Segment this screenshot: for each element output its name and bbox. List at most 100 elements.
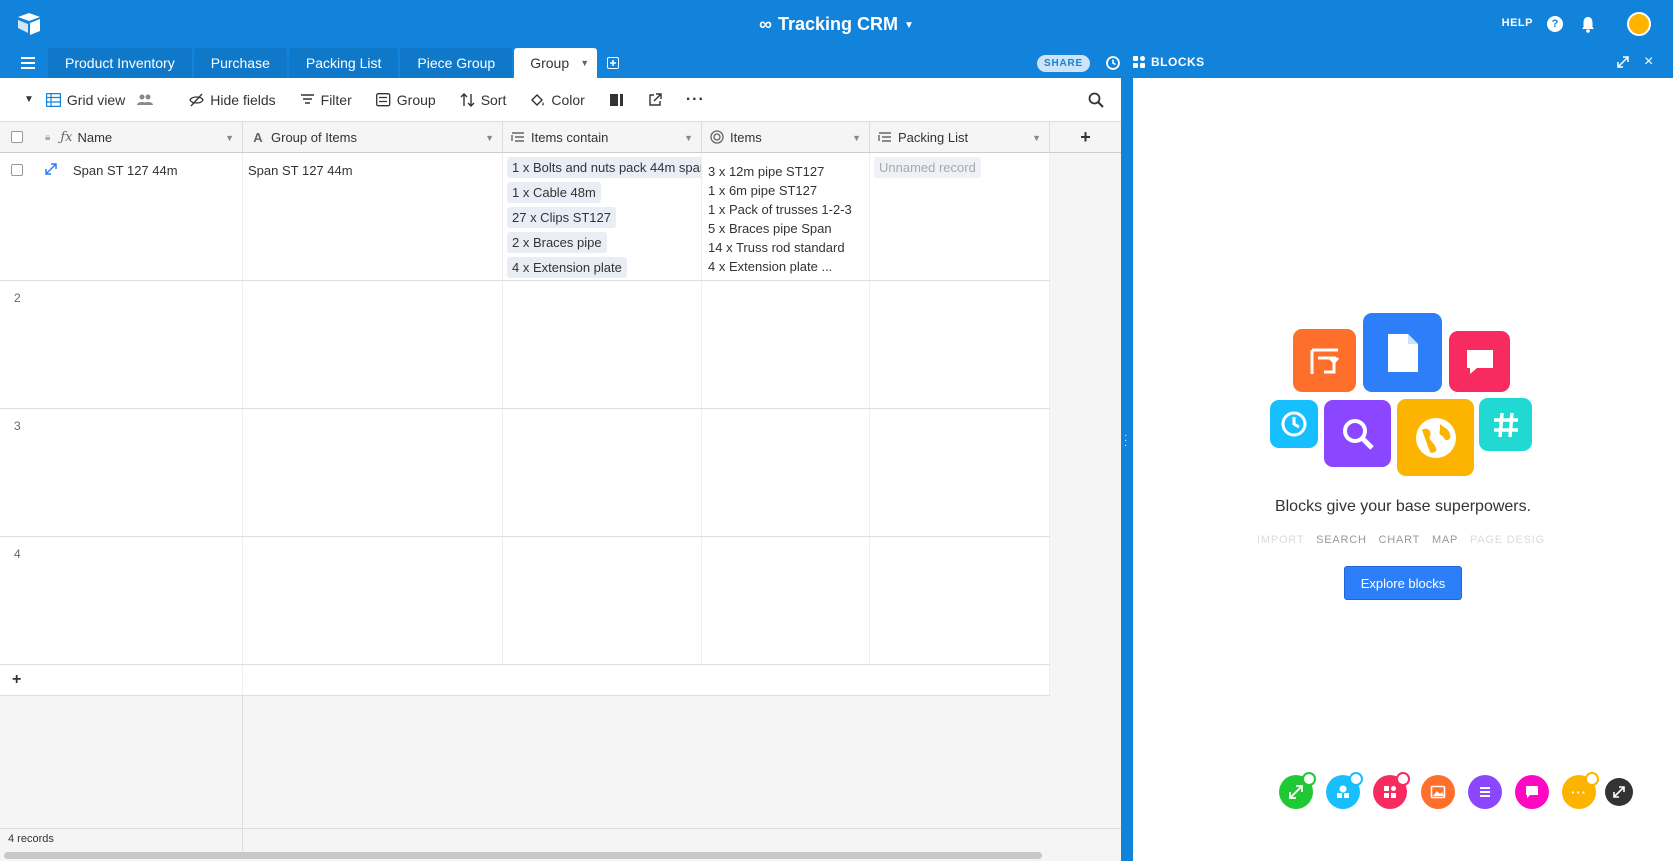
import-block-icon	[1293, 329, 1356, 392]
color-button[interactable]: Color	[530, 91, 585, 108]
menu-icon[interactable]	[21, 57, 35, 69]
help-icon[interactable]: ?	[1547, 16, 1563, 32]
column-header-items[interactable]: Items ▼	[702, 122, 870, 153]
linked-record-pill[interactable]: 2 x Braces pipe	[507, 232, 607, 253]
linked-record-pill[interactable]: Unnamed record	[874, 157, 981, 178]
dock-block-red[interactable]	[1373, 772, 1410, 809]
add-field-button[interactable]: +	[1050, 122, 1121, 153]
blocks-button[interactable]: BLOCKS	[1133, 55, 1205, 69]
chevron-down-icon[interactable]: ▼	[852, 133, 861, 143]
sort-button[interactable]: Sort	[460, 92, 506, 108]
user-avatar[interactable]	[1627, 12, 1651, 36]
sidebar-toggle-icon[interactable]: ▼	[24, 94, 34, 105]
dock-block-yellow[interactable]: ···	[1562, 772, 1599, 809]
column-header-group-of-items[interactable]: A Group of Items ▼	[243, 122, 503, 153]
tab-purchase[interactable]: Purchase	[193, 48, 287, 78]
column-packing-list-label: Packing List	[898, 129, 969, 145]
panel-resize-handle[interactable]: · · ·	[1121, 78, 1133, 861]
search-icon[interactable]	[1088, 92, 1104, 108]
shapes-icon	[1337, 785, 1349, 798]
chevron-down-icon[interactable]: ▼	[580, 48, 589, 78]
group-label: Group	[396, 91, 436, 108]
explore-blocks-button[interactable]: Explore blocks	[1344, 566, 1462, 600]
expand-icon[interactable]	[1616, 55, 1630, 69]
color-label: Color	[551, 91, 585, 108]
share-button[interactable]: SHARE	[1037, 55, 1091, 72]
more-options-icon[interactable]: ···	[686, 91, 705, 109]
column-header-items-contain[interactable]: Items contain ▼	[503, 122, 702, 153]
table-cell[interactable]: Span ST 127 44m	[243, 153, 503, 281]
add-table-button[interactable]	[599, 48, 627, 78]
chevron-down-icon[interactable]: ▼	[1032, 133, 1041, 143]
record-name: Span ST 127 44m	[73, 163, 178, 178]
column-header-packing-list[interactable]: Packing List ▼	[870, 122, 1050, 153]
chevron-down-icon[interactable]: ▼	[485, 133, 494, 143]
bell-icon[interactable]	[1578, 14, 1598, 34]
hide-fields-button[interactable]: Hide fields	[189, 92, 276, 108]
column-header-name[interactable]: 🔒︎ ƒx Name ▼	[0, 122, 243, 153]
collapse-dock-button[interactable]	[1605, 778, 1633, 806]
dock-block-pink[interactable]	[1515, 775, 1549, 809]
linked-record-pill[interactable]: 27 x Clips ST127	[507, 207, 616, 228]
table-cell[interactable]	[503, 281, 702, 409]
chevron-down-icon[interactable]: ▼	[684, 133, 693, 143]
table-row[interactable]: 3	[0, 409, 243, 537]
table-cell[interactable]	[870, 537, 1050, 665]
table-cell[interactable]	[702, 281, 870, 409]
hide-fields-icon	[189, 93, 204, 106]
base-title[interactable]: ∞ Tracking CRM ▼	[0, 14, 1673, 35]
table-cell[interactable]	[870, 409, 1050, 537]
filter-button[interactable]: Filter	[300, 92, 352, 108]
linked-record-pill[interactable]: 1 x Cable 48m	[507, 182, 601, 203]
group-button[interactable]: Group	[375, 91, 436, 108]
linked-record-pill[interactable]: 1 x Bolts and nuts pack 44m span	[507, 157, 701, 178]
table-cell[interactable]	[702, 537, 870, 665]
table-row[interactable]: 2	[0, 281, 243, 409]
dock-block-orange[interactable]	[1421, 775, 1455, 809]
tab-packing-list[interactable]: Packing List	[288, 48, 399, 78]
view-toolbar: ▼ Grid view Hide fields Filter Group Sor…	[0, 78, 1121, 122]
expand-record-icon[interactable]	[45, 163, 57, 175]
select-all-checkbox[interactable]	[11, 131, 23, 143]
frozen-column-divider	[242, 696, 243, 828]
table-cell[interactable]	[870, 281, 1050, 409]
table-cell[interactable]	[702, 409, 870, 537]
row-checkbox[interactable]	[11, 164, 23, 176]
table-cell[interactable]	[503, 537, 702, 665]
history-icon[interactable]	[1105, 55, 1121, 71]
table-row[interactable]: Span ST 127 44m	[0, 153, 243, 281]
table-cell[interactable]: 1 x Bolts and nuts pack 44m span 1 x Cab…	[503, 153, 702, 281]
table-cell[interactable]: Unnamed record	[870, 153, 1050, 281]
tab-piece-group[interactable]: Piece Group	[400, 48, 513, 78]
table-cell[interactable]	[503, 409, 702, 537]
tab-product-inventory[interactable]: Product Inventory	[48, 48, 192, 78]
linked-record-pill[interactable]: 4 x Extension plate	[507, 257, 627, 278]
tab-group[interactable]: Group ▼	[514, 48, 598, 78]
collaborators-icon[interactable]	[137, 93, 154, 107]
lookup-value: 1 x 6m pipe ST127	[708, 183, 818, 198]
table-cell[interactable]: 3 x 12m pipe ST127 1 x 6m pipe ST127 1 x…	[702, 153, 870, 281]
view-switcher[interactable]: Grid view	[45, 91, 126, 108]
dock-block-purple[interactable]	[1468, 775, 1502, 809]
horizontal-scrollbar[interactable]	[4, 852, 1042, 859]
close-icon[interactable]: ×	[1644, 53, 1653, 71]
table-row[interactable]: 4	[0, 537, 243, 665]
chevron-down-icon[interactable]: ▼	[225, 133, 234, 143]
add-record-button[interactable]: +	[0, 665, 243, 696]
clock-block-icon	[1270, 400, 1318, 448]
view-name: Grid view	[66, 91, 126, 108]
row-number: 2	[14, 291, 21, 305]
share-view-icon[interactable]	[648, 92, 662, 107]
list-icon	[1480, 787, 1490, 797]
table-cell[interactable]	[243, 409, 503, 537]
table-cell[interactable]	[243, 537, 503, 665]
blocks-icon	[1133, 55, 1145, 68]
dock-block-green[interactable]	[1279, 772, 1316, 809]
block-category: SEARCH	[1316, 534, 1367, 546]
table-cell[interactable]	[243, 281, 503, 409]
link-field-icon	[878, 132, 891, 142]
help-link[interactable]: HELP	[1502, 17, 1533, 29]
row-height-icon[interactable]	[609, 93, 624, 107]
dock-block-blue[interactable]	[1326, 772, 1363, 809]
add-record-row[interactable]	[243, 665, 1050, 696]
